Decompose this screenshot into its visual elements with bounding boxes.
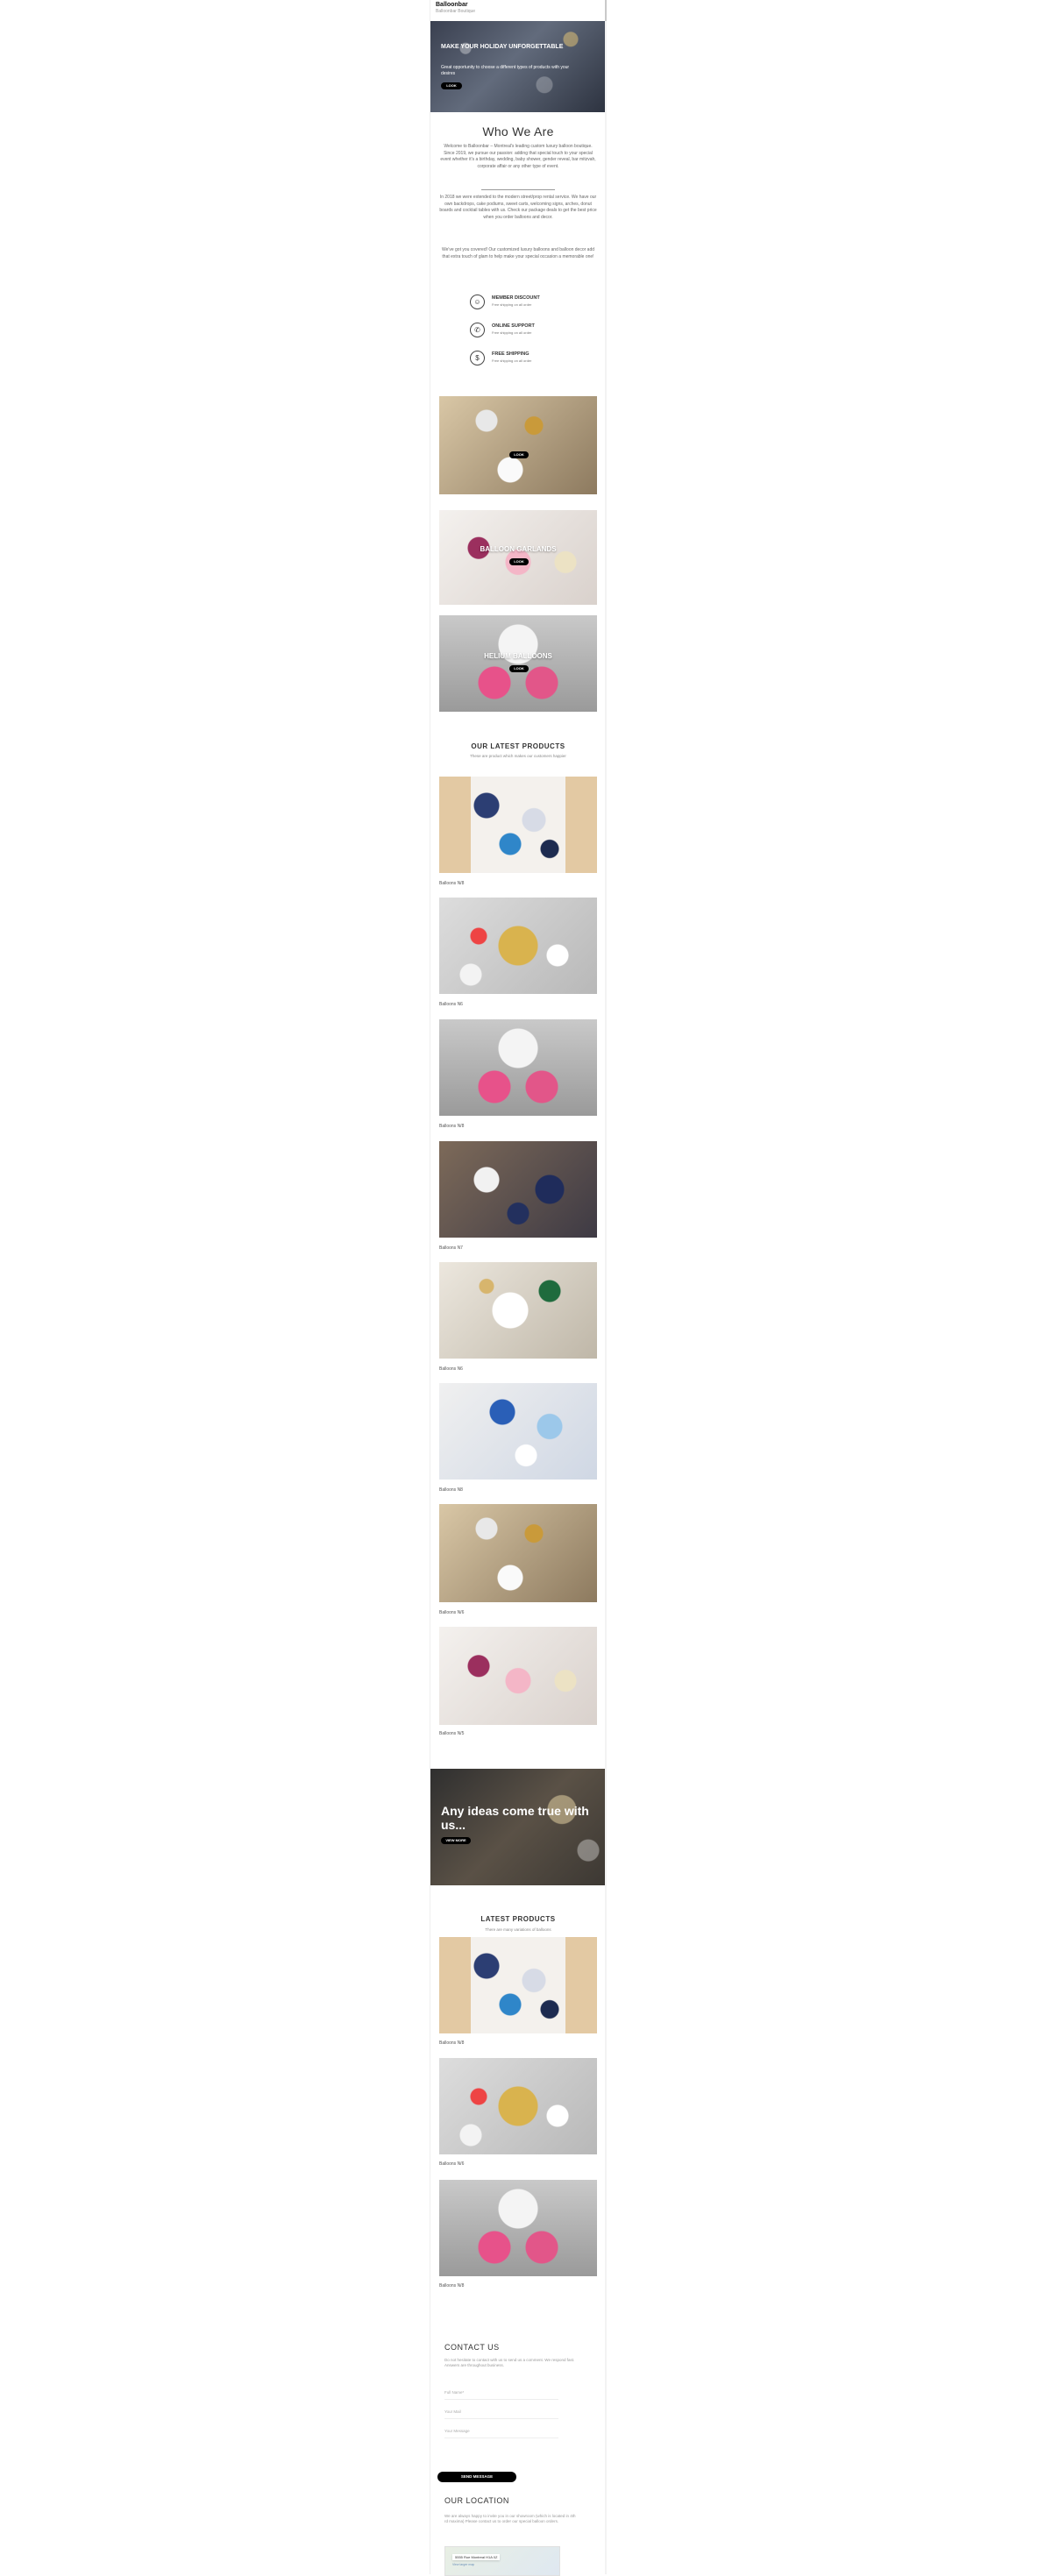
about-divider bbox=[481, 189, 555, 190]
email-field[interactable]: Your Mail bbox=[444, 2406, 558, 2419]
promo-banner: Any ideas come true with us... VIEW MORE bbox=[430, 1769, 606, 1885]
product-name[interactable]: Balloons N/8 bbox=[439, 2040, 464, 2046]
send-message-button[interactable]: SEND MESSAGE bbox=[437, 2472, 516, 2482]
location-map[interactable]: 5555 Rue Montreal H1A 0Z View larger map bbox=[444, 2546, 560, 2576]
about-paragraph-1: Welcome to Balloonbar – Montreal's leadi… bbox=[440, 144, 596, 169]
message-field[interactable]: Your Message bbox=[444, 2425, 558, 2438]
scrollbar-track[interactable] bbox=[605, 0, 607, 2574]
product-image[interactable] bbox=[439, 1627, 597, 1725]
category-look-button[interactable]: LOOK bbox=[509, 665, 529, 672]
brand-logo[interactable]: Balloonbar bbox=[436, 2, 475, 8]
feature-title: MEMBER DISCOUNT bbox=[492, 295, 540, 301]
name-field[interactable]: Full Name* bbox=[444, 2387, 558, 2400]
category-tile-decor[interactable]: LOOK bbox=[439, 396, 597, 494]
product-name[interactable]: Balloons N/8 bbox=[439, 881, 464, 886]
latest-products-subtitle: There are many variations of balloons bbox=[485, 1927, 551, 1932]
brand-tagline: Balloonbar Boutique bbox=[436, 9, 476, 14]
category-look-button[interactable]: LOOK bbox=[509, 558, 529, 565]
scrollbar-thumb[interactable] bbox=[605, 0, 607, 21]
product-name[interactable]: Balloons N/5 bbox=[439, 1731, 464, 1736]
about-paragraph-3: We've got you covered! Our customized lu… bbox=[441, 247, 595, 259]
category-tile-helium-balloons[interactable]: HELIUM BALLOONS LOOK bbox=[439, 615, 597, 712]
view-larger-map-link[interactable]: View larger map bbox=[452, 2563, 474, 2566]
page-column: Balloonbar Balloonbar Boutique MAKE YOUR… bbox=[430, 0, 607, 2576]
feature-free-shipping: $ FREE SHIPPING Free shipping on all ord… bbox=[470, 351, 584, 366]
feature-member-discount: ☺ MEMBER DISCOUNT Free shipping on all o… bbox=[470, 295, 584, 310]
product-name[interactable]: Balloons N/6 bbox=[439, 2161, 464, 2167]
feature-subtitle: Free shipping on all order bbox=[492, 302, 532, 307]
product-image[interactable] bbox=[439, 2180, 597, 2276]
product-name[interactable]: Balloons N6 bbox=[439, 1002, 463, 1007]
category-label: BALLOON GARLANDS bbox=[480, 545, 557, 553]
our-latest-products-subtitle: These are product which makes our custom… bbox=[470, 754, 566, 758]
our-latest-products-title: OUR LATEST PRODUCTS bbox=[471, 742, 565, 750]
feature-title: FREE SHIPPING bbox=[492, 351, 530, 357]
product-image[interactable] bbox=[439, 898, 597, 994]
promo-title: Any ideas come true with us... bbox=[441, 1804, 589, 1833]
product-image[interactable] bbox=[439, 1504, 597, 1602]
hero-look-button[interactable]: LOOK bbox=[441, 82, 462, 89]
location-text: We are always happy to invite you in our… bbox=[444, 2514, 576, 2524]
product-image[interactable] bbox=[439, 1262, 597, 1359]
hero-banner: MAKE YOUR HOLIDAY UNFORGETTABLE Great op… bbox=[430, 21, 606, 112]
site-header: Balloonbar Balloonbar Boutique bbox=[436, 2, 475, 14]
product-image[interactable] bbox=[439, 1019, 597, 1116]
contact-text: Do not hesitate to contact with us to se… bbox=[444, 2358, 575, 2368]
category-look-button[interactable]: LOOK bbox=[509, 451, 529, 458]
product-name[interactable]: Balloons N6 bbox=[439, 1366, 463, 1372]
feature-online-support: ✆ ONLINE SUPPORT Free shipping on all or… bbox=[470, 323, 584, 338]
category-tile-balloon-garlands[interactable]: BALLOON GARLANDS LOOK bbox=[439, 510, 597, 605]
category-label: HELIUM BALLOONS bbox=[484, 652, 552, 660]
product-image[interactable] bbox=[439, 1141, 597, 1238]
product-name[interactable]: Balloons N/8 bbox=[439, 1124, 464, 1129]
product-name[interactable]: Balloons N7 bbox=[439, 1245, 463, 1251]
product-name[interactable]: Balloons N/6 bbox=[439, 1610, 464, 1615]
product-image[interactable] bbox=[439, 2058, 597, 2154]
location-title: OUR LOCATION bbox=[444, 2496, 509, 2505]
hero-title: MAKE YOUR HOLIDAY UNFORGETTABLE bbox=[441, 44, 564, 50]
feature-title: ONLINE SUPPORT bbox=[492, 323, 535, 329]
contact-title: CONTACT US bbox=[444, 2343, 500, 2352]
latest-products-title: LATEST PRODUCTS bbox=[480, 1915, 556, 1923]
feature-subtitle: Free shipping on all order bbox=[492, 358, 532, 363]
hero-subtitle: Great opportunity to choose a different … bbox=[441, 65, 570, 76]
product-image[interactable] bbox=[439, 777, 597, 873]
view-more-button[interactable]: VIEW MORE bbox=[441, 1837, 471, 1844]
feature-subtitle: Free shipping on all order bbox=[492, 330, 532, 335]
product-image[interactable] bbox=[439, 1383, 597, 1480]
product-name[interactable]: Balloons N/8 bbox=[439, 2283, 464, 2289]
product-image[interactable] bbox=[439, 1937, 597, 2033]
product-name[interactable]: Balloons N8 bbox=[439, 1487, 463, 1493]
member-icon: ☺ bbox=[470, 295, 485, 309]
shipping-icon: $ bbox=[470, 351, 485, 365]
map-address-label: 5555 Rue Montreal H1A 0Z bbox=[452, 2554, 501, 2560]
about-paragraph-2: In 2018 we were extended to the modern s… bbox=[439, 195, 597, 220]
support-icon: ✆ bbox=[470, 323, 485, 337]
about-title: Who We Are bbox=[482, 124, 554, 138]
